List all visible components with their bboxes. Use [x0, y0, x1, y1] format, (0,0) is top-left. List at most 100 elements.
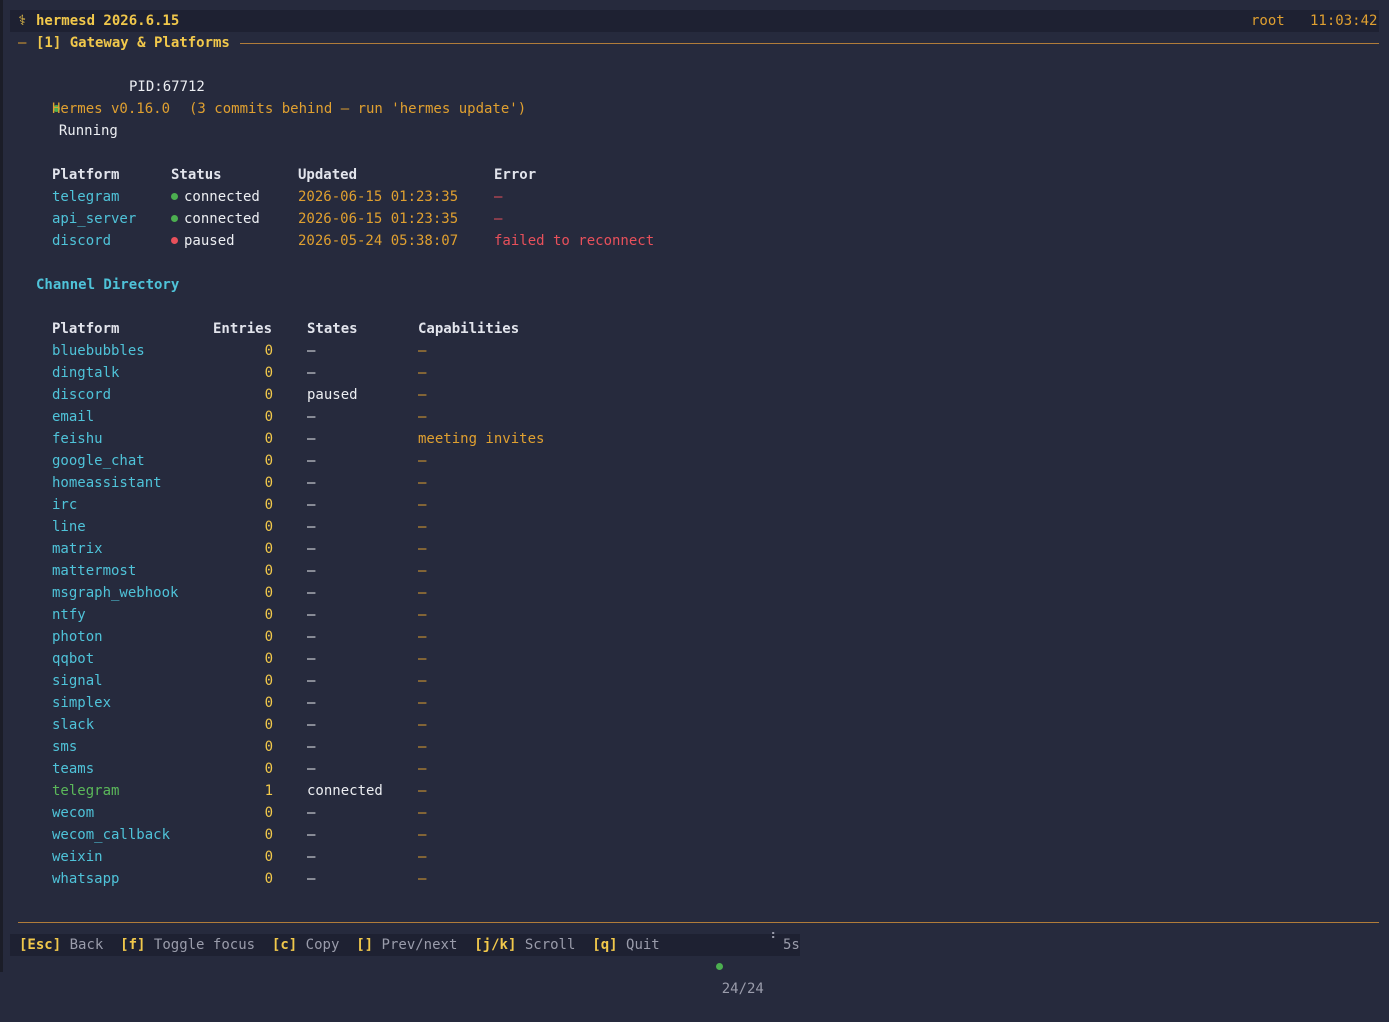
channel-states: —: [307, 541, 316, 557]
channel-states: —: [307, 497, 316, 513]
channel-capabilities: —: [418, 761, 427, 777]
channel-states: paused: [307, 387, 358, 403]
updated-timestamp: 2026-06-15 01:23:35: [298, 189, 459, 205]
channel-states: connected: [307, 783, 383, 799]
updated-timestamp: 2026-05-24 05:38:07: [298, 233, 459, 249]
channel-states: —: [307, 717, 316, 733]
channel-entries: 0: [264, 365, 273, 381]
connection-indicator-icon: [715, 963, 723, 970]
channel-capabilities: meeting invites: [418, 431, 545, 447]
col-header-states: States: [307, 321, 358, 337]
error-text: failed to reconnect: [494, 233, 655, 249]
channel-states: —: [307, 761, 316, 777]
channel-platform: weixin: [52, 849, 103, 865]
channel-states: —: [307, 475, 316, 491]
channel-states: —: [307, 849, 316, 865]
status-dot-icon: [171, 193, 178, 200]
shortcut-key: [f]: [120, 937, 146, 953]
channel-capabilities: —: [418, 475, 427, 491]
app-title: hermesd 2026.6.15: [36, 13, 180, 29]
channel-capabilities: —: [418, 651, 427, 667]
channel-capabilities: —: [418, 827, 427, 843]
channel-entries: 0: [264, 409, 273, 425]
channel-entries: 0: [264, 739, 273, 755]
shortcut-label: Prev/next: [381, 937, 458, 953]
shortcut-1[interactable]: [f] Toggle focus: [120, 937, 255, 953]
window-edge: [0, 0, 3, 972]
channel-states: —: [307, 739, 316, 755]
title-bar: ⚕ hermesd 2026.6.15 root 11:03:42: [10, 10, 1379, 32]
error-text: —: [494, 189, 503, 205]
channel-states: —: [307, 651, 316, 667]
footer-bar: [Esc] Back [f] Toggle focus [c] Copy [] …: [10, 931, 800, 997]
shortcut-key: [q]: [592, 937, 618, 953]
col-header-status: Status: [171, 167, 222, 183]
channel-platform: simplex: [52, 695, 112, 711]
channel-states: —: [307, 607, 316, 623]
channel-states: —: [307, 365, 316, 381]
shortcut-2[interactable]: [c] Copy: [272, 937, 339, 953]
refresh-interval: 5s: [783, 937, 800, 953]
section-dash: —: [18, 35, 27, 51]
channel-states: —: [307, 519, 316, 535]
spinner-icon: ⠘: [766, 931, 777, 947]
channel-entries: 0: [264, 761, 273, 777]
channel-platform: mattermost: [52, 563, 137, 579]
channel-entries: 0: [264, 475, 273, 491]
platform-status: connected: [171, 186, 260, 208]
shortcut-label: Scroll: [524, 937, 576, 953]
channel-platform: feishu: [52, 431, 103, 447]
status-dot-icon: [171, 237, 178, 244]
channel-platform: discord: [52, 387, 112, 403]
channel-entries: 0: [264, 585, 273, 601]
status-dot-icon: [171, 215, 178, 222]
channel-capabilities: —: [418, 739, 427, 755]
status-text: paused: [184, 233, 235, 249]
shortcut-list: [Esc] Back [f] Toggle focus [c] Copy [] …: [19, 934, 660, 956]
channel-entries: 0: [264, 673, 273, 689]
channel-capabilities: —: [418, 541, 427, 557]
channel-capabilities: —: [418, 409, 427, 425]
channel-capabilities: —: [418, 871, 427, 887]
col-header-updated: Updated: [298, 167, 358, 183]
channel-capabilities: —: [418, 629, 427, 645]
shortcut-3[interactable]: [] Prev/next: [356, 937, 457, 953]
shortcut-0[interactable]: [Esc] Back: [19, 937, 103, 953]
channel-platform: photon: [52, 629, 103, 645]
channel-states: —: [307, 585, 316, 601]
pid-label: PID:67712: [129, 79, 205, 95]
channel-entries: 0: [264, 387, 273, 403]
section-title[interactable]: [1] Gateway & Platforms: [36, 32, 230, 54]
col-header-platform: Platform: [52, 167, 120, 183]
channel-platform: homeassistant: [52, 475, 162, 491]
section-divider: [240, 43, 1379, 44]
channel-platform: wecom: [52, 805, 95, 821]
shortcut-4[interactable]: [j/k] Scroll: [474, 937, 575, 953]
channel-entries: 0: [264, 497, 273, 513]
channel-platform: msgraph_webhook: [52, 585, 179, 601]
status-text: connected: [184, 189, 260, 205]
channel-entries: 0: [264, 519, 273, 535]
channel-platform: ntfy: [52, 607, 86, 623]
platform-status: connected: [171, 208, 260, 230]
version-label: Hermes v0.16.0: [52, 101, 171, 117]
gateway-status: Running: [36, 76, 118, 139]
platform-name: discord: [52, 233, 112, 249]
shortcut-label: Copy: [305, 937, 340, 953]
shortcut-5[interactable]: [q] Quit: [592, 937, 659, 953]
channel-capabilities: —: [418, 695, 427, 711]
channel-entries: 0: [264, 827, 273, 843]
shortcut-key: [c]: [271, 937, 298, 953]
channel-capabilities: —: [418, 673, 427, 689]
channel-capabilities: —: [418, 365, 427, 381]
channel-states: —: [307, 827, 316, 843]
update-note: (3 commits behind — run 'hermes update'): [189, 101, 527, 117]
channel-entries: 0: [264, 541, 273, 557]
channel-platform: dingtalk: [52, 365, 120, 381]
shortcut-key: []: [356, 937, 374, 953]
channel-platform: sms: [52, 739, 78, 755]
platform-status: paused: [171, 230, 235, 252]
channel-platform: signal: [52, 673, 103, 689]
channel-capabilities: —: [418, 519, 427, 535]
channel-directory-title: Channel Directory: [36, 277, 180, 293]
